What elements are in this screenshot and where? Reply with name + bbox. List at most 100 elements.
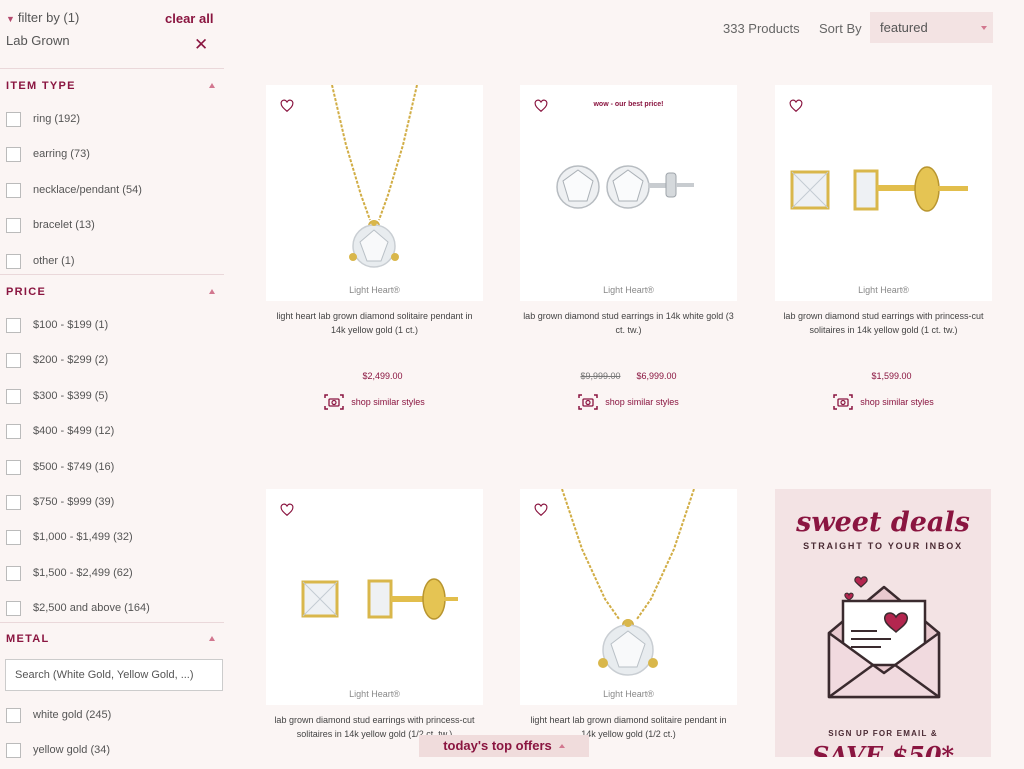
promo-offer: SAVE $50* [811, 741, 955, 757]
checkbox[interactable] [6, 182, 21, 198]
section-title-price[interactable]: PRICE [6, 286, 46, 298]
option-price[interactable]: $1,000 - $1,499 (32) [6, 528, 133, 546]
product-name[interactable]: lab grown diamond stud earrings in 14k w… [520, 309, 737, 365]
promo-cta: SIGN UP FOR EMAIL & [828, 729, 938, 738]
checkbox[interactable] [6, 111, 21, 127]
shop-similar-label: shop similar styles [605, 397, 679, 407]
option-price[interactable]: $2,500 and above (164) [6, 599, 150, 617]
checkbox[interactable] [6, 742, 21, 758]
option-other[interactable]: other (1) [6, 252, 75, 270]
wishlist-heart-icon[interactable] [280, 503, 294, 517]
product-image[interactable]: Light Heart® [775, 85, 992, 301]
option-bracelet[interactable]: bracelet (13) [6, 216, 95, 234]
divider [0, 68, 224, 69]
clear-all-link[interactable]: clear all [165, 11, 213, 26]
filter-heading-text: filter by (1) [17, 10, 80, 25]
option-price[interactable]: $300 - $399 (5) [6, 387, 108, 405]
top-offers-label: today's top offers [443, 738, 552, 753]
sort-value: featured [880, 20, 928, 35]
camera-icon [578, 394, 598, 410]
option-earring[interactable]: earring (73) [6, 145, 90, 163]
shop-similar-link[interactable]: shop similar styles [775, 393, 992, 411]
wishlist-heart-icon[interactable] [534, 503, 548, 517]
option-label: bracelet (13) [33, 219, 95, 231]
option-price[interactable]: $500 - $749 (16) [6, 458, 114, 476]
option-white-gold[interactable]: white gold (245) [6, 706, 111, 724]
option-price[interactable]: $200 - $299 (2) [6, 351, 108, 369]
collapse-item-type-icon[interactable] [209, 83, 215, 88]
option-price[interactable]: $400 - $499 (12) [6, 422, 114, 440]
camera-icon [833, 394, 853, 410]
option-label: yellow gold (34) [33, 744, 111, 756]
divider [0, 622, 224, 623]
wishlist-heart-icon[interactable] [280, 99, 294, 113]
checkbox[interactable] [6, 565, 21, 581]
checkbox[interactable] [6, 494, 21, 510]
checkbox[interactable] [6, 423, 21, 439]
product-card[interactable]: Light Heart® lab grown diamond stud earr… [266, 489, 483, 769]
shop-similar-label: shop similar styles [351, 397, 425, 407]
collapse-price-icon[interactable] [209, 289, 215, 294]
option-label: $750 - $999 (39) [33, 496, 115, 508]
checkbox[interactable] [6, 388, 21, 404]
old-price: $9,999.00 [580, 371, 621, 381]
product-card[interactable]: Light Heart® lab grown diamond stud earr… [775, 85, 992, 411]
section-title-metal[interactable]: METAL [6, 633, 50, 645]
checkbox[interactable] [6, 317, 21, 333]
metal-search-input[interactable] [5, 659, 223, 691]
option-label: earring (73) [33, 148, 90, 160]
option-price[interactable]: $1,500 - $2,499 (62) [6, 564, 133, 582]
princess-studs-image [301, 578, 458, 620]
product-name[interactable]: lab grown diamond stud earrings with pri… [775, 309, 992, 365]
product-name[interactable]: light heart lab grown diamond solitaire … [266, 309, 483, 365]
product-image[interactable]: Light Heart® [520, 489, 737, 705]
brand-label: Light Heart® [349, 689, 400, 699]
option-yellow-gold[interactable]: yellow gold (34) [6, 741, 110, 759]
option-ring[interactable]: ring (192) [6, 110, 80, 128]
top-offers-tab[interactable]: today's top offers [419, 735, 589, 757]
sort-dropdown[interactable]: featured [870, 12, 993, 43]
checkbox[interactable] [6, 600, 21, 616]
remove-filter-icon[interactable]: ✕ [194, 36, 208, 53]
option-price[interactable]: $750 - $999 (39) [6, 493, 114, 511]
sale-price: $1,599.00 [871, 371, 912, 381]
shop-similar-link[interactable]: shop similar styles [266, 393, 483, 411]
checkbox[interactable] [6, 529, 21, 545]
sale-price: $6,999.00 [636, 371, 677, 381]
product-card[interactable]: Light Heart® light heart lab grown diamo… [266, 85, 483, 411]
brand-label: Light Heart® [603, 285, 654, 295]
option-price[interactable]: $100 - $199 (1) [6, 316, 108, 334]
option-necklace-pendant[interactable]: necklace/pendant (54) [6, 181, 142, 199]
wishlist-heart-icon[interactable] [789, 99, 803, 113]
filter-heading: ▼ filter by (1) [6, 10, 79, 25]
filter-sidebar: ▼ filter by (1) clear all Lab Grown ✕ ITE… [0, 0, 228, 759]
product-card[interactable]: Light Heart® light heart lab grown diamo… [520, 489, 737, 769]
option-label: other (1) [33, 255, 75, 267]
product-count: 333 Products [723, 21, 800, 36]
option-label: $1,000 - $1,499 (32) [33, 531, 133, 543]
product-image[interactable]: Light Heart® [266, 85, 483, 301]
product-image[interactable]: Light Heart® [266, 489, 483, 705]
section-title-item-type[interactable]: ITEM TYPE [6, 80, 76, 92]
sale-price: $2,499.00 [362, 371, 403, 381]
product-image[interactable]: wow - our best price! Light Heart® [520, 85, 737, 301]
checkbox[interactable] [6, 253, 21, 269]
checkbox[interactable] [6, 146, 21, 162]
option-label: $100 - $199 (1) [33, 319, 109, 331]
option-label: necklace/pendant (54) [33, 184, 142, 196]
shop-similar-link[interactable]: shop similar styles [520, 393, 737, 411]
product-card[interactable]: wow - our best price! Light Heart® lab g… [520, 85, 737, 411]
option-label: ring (192) [33, 113, 81, 125]
product-price: $9,999.00 $6,999.00 [520, 371, 737, 385]
active-filter-lab-grown: Lab Grown [6, 33, 70, 48]
funnel-icon: ▼ [6, 14, 15, 24]
collapse-metal-icon[interactable] [209, 636, 215, 641]
checkbox[interactable] [6, 352, 21, 368]
checkbox[interactable] [6, 217, 21, 233]
pendant-image [331, 85, 418, 268]
option-label: $200 - $299 (2) [33, 354, 109, 366]
option-label: $1,500 - $2,499 (62) [33, 567, 133, 579]
checkbox[interactable] [6, 707, 21, 723]
checkbox[interactable] [6, 459, 21, 475]
email-signup-promo[interactable]: sweet deals STRAIGHT TO YOUR INBOX SIGN … [775, 489, 991, 757]
